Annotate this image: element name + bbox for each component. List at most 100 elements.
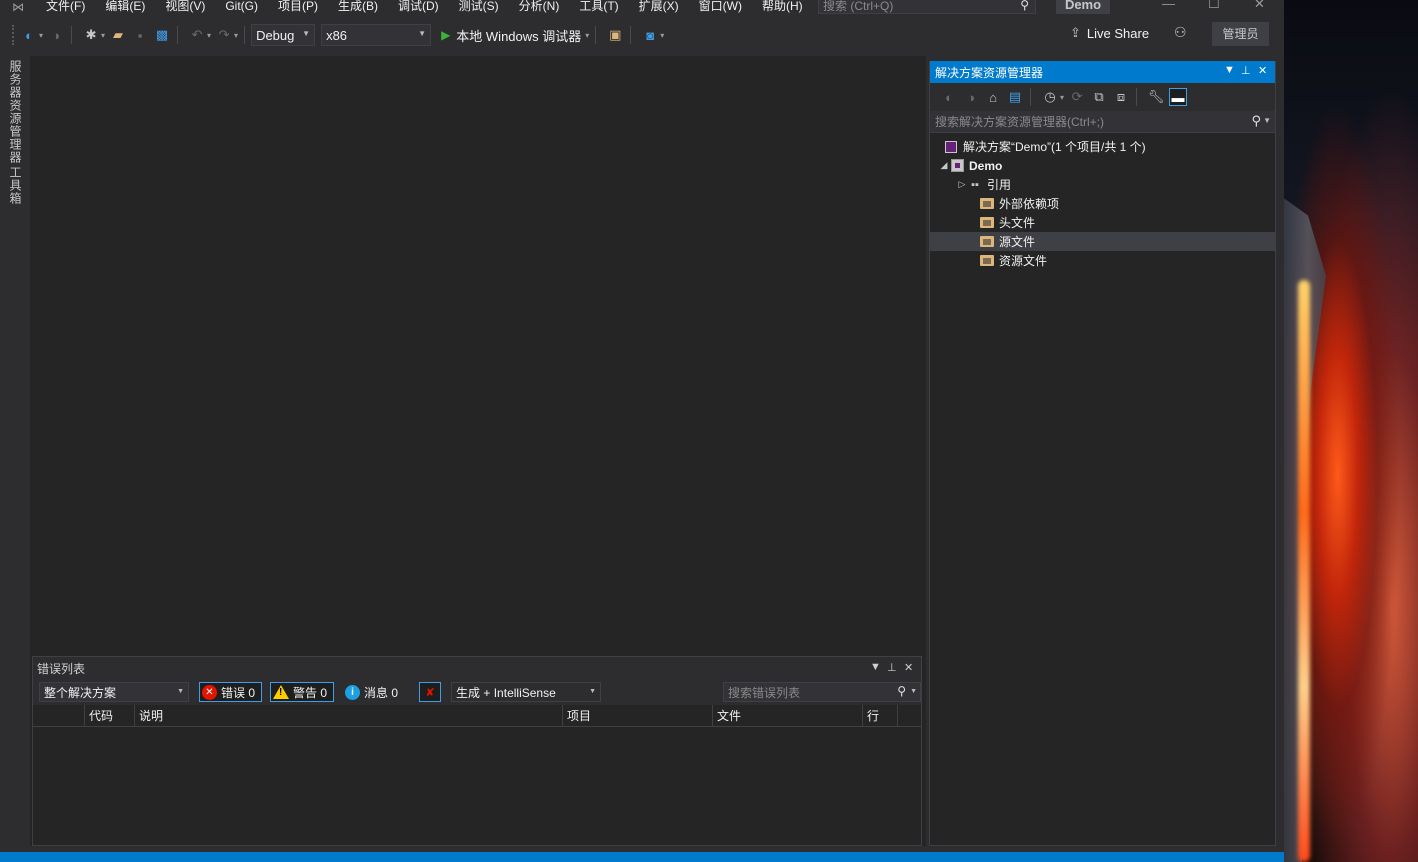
solution-configuration-select[interactable]: Debug ▼ [251, 24, 316, 46]
pin-icon[interactable]: ⊥ [887, 661, 897, 674]
menu-git[interactable]: Git(G) [215, 0, 268, 12]
wallpaper-lava [1298, 280, 1310, 862]
menu-file[interactable]: 文件(F) [36, 0, 95, 12]
chevron-down-icon[interactable]: ▾ [585, 31, 589, 40]
errors-filter-button[interactable]: ✕ 错误 0 [199, 682, 263, 702]
column-file[interactable]: 文件 [713, 705, 863, 727]
back-icon[interactable]: ◐ [940, 88, 958, 106]
save-all-icon[interactable]: ▩ [153, 26, 171, 44]
chevron-down-icon: ▼ [302, 29, 311, 38]
collapse-all-icon[interactable]: ⧉ [1090, 88, 1108, 106]
preview-selected-items-icon[interactable]: ▬ [1169, 88, 1188, 106]
solution-name-badge: Demo [1056, 0, 1110, 14]
tree-item-source-files[interactable]: 源文件 [930, 232, 1275, 251]
menu-view[interactable]: 视图(V) [155, 0, 215, 12]
chevron-down-icon[interactable]: ▾ [1060, 93, 1064, 102]
collapsed-triangle-icon[interactable]: ▷ [956, 179, 968, 190]
column-description[interactable]: 说明 [135, 705, 563, 727]
menu-help[interactable]: 帮助(H) [752, 0, 813, 12]
column-line[interactable]: 行 [863, 705, 898, 727]
solution-icon [944, 140, 958, 154]
toolbar-separator [595, 26, 597, 44]
chevron-down-icon[interactable]: ▾ [207, 31, 211, 40]
tab-toolbox[interactable]: 工具箱 [7, 166, 24, 205]
redo-icon[interactable]: ↷ [215, 26, 233, 44]
menu-search-input[interactable]: 搜索 (Ctrl+Q) ⚲ [818, 0, 1036, 14]
toolbar-separator [1030, 88, 1031, 106]
messages-filter-button[interactable]: i 消息 0 [342, 682, 405, 702]
admin-badge[interactable]: 管理员 [1212, 22, 1269, 46]
menu-tools[interactable]: 工具(T) [569, 0, 628, 12]
home-icon[interactable]: ⌂ [984, 88, 1002, 106]
tab-server-explorer[interactable]: 服务器资源管理器 [7, 60, 24, 164]
visual-studio-logo-icon[interactable]: ⋈ [0, 0, 36, 14]
error-scope-select[interactable]: 整个解决方案 ▼ [39, 682, 189, 702]
toolbar-separator [630, 26, 632, 44]
references-icon: ▪▪ [971, 178, 979, 191]
menu-extensions[interactable]: 扩展(X) [629, 0, 689, 12]
chevron-down-icon[interactable]: ▾ [39, 31, 43, 40]
show-all-files-icon[interactable]: ⧈ [1112, 88, 1130, 106]
start-debugging-button[interactable]: ▶ 本地 Windows 调试器 ▾ [441, 26, 589, 45]
messages-count: 消息 0 [364, 685, 399, 700]
menu-project[interactable]: 项目(P) [268, 0, 328, 12]
solution-explorer-search-input[interactable]: 搜索解决方案资源管理器(Ctrl+;) ⚲ ▼ [930, 111, 1275, 133]
navigate-forward-icon[interactable]: ◑ [47, 26, 65, 44]
sync-icon[interactable]: ⟳ [1068, 88, 1086, 106]
tree-item-header-files[interactable]: 头文件 [930, 213, 1275, 232]
menu-analyze[interactable]: 分析(N) [509, 0, 570, 12]
error-list-search-input[interactable]: 搜索错误列表 ⚲ ▼ [723, 682, 921, 702]
window-position-dropdown-icon[interactable]: ▼ [1224, 64, 1235, 76]
close-window-icon[interactable]: ✕ [1254, 0, 1265, 12]
tree-item-project-demo[interactable]: ◢ Demo [930, 156, 1275, 175]
feedback-icon[interactable]: ⚇ [1174, 24, 1187, 41]
menu-edit[interactable]: 编辑(E) [95, 0, 155, 12]
menu-window[interactable]: 窗口(W) [689, 0, 752, 12]
undo-icon[interactable]: ↶ [188, 26, 206, 44]
error-search-placeholder: 搜索错误列表 [728, 685, 801, 700]
menu-test[interactable]: 测试(S) [449, 0, 509, 12]
column-project[interactable]: 项目 [563, 705, 713, 727]
maximize-icon[interactable]: ☐ [1208, 0, 1220, 12]
filter-folder-icon [980, 216, 994, 230]
chevron-down-icon: ▼ [418, 29, 427, 38]
screenshot-icon[interactable]: ◙ [641, 26, 659, 44]
chevron-down-icon[interactable]: ▾ [234, 31, 238, 40]
tree-item-external-dependencies[interactable]: 外部依赖项 [930, 194, 1275, 213]
tree-item-references[interactable]: ▷ ▪▪ 引用 [930, 175, 1275, 194]
navigate-back-icon[interactable]: ◐ [20, 26, 38, 44]
build-intellisense-select[interactable]: 生成 + IntelliSense ▼ [451, 682, 602, 702]
new-project-icon[interactable]: ✱ [82, 26, 100, 44]
toolbar-grip[interactable] [12, 25, 16, 45]
solution-platform-select[interactable]: x86 ▼ [321, 24, 432, 46]
pin-icon[interactable]: ⊥ [1241, 64, 1251, 77]
forward-icon[interactable]: ◑ [962, 88, 980, 106]
browse-folder-icon[interactable]: ▣ [606, 26, 624, 44]
warnings-count: 警告 0 [293, 685, 328, 700]
switch-views-icon[interactable]: ▤ [1006, 88, 1024, 106]
filter-folder-icon [980, 254, 994, 268]
warnings-filter-button[interactable]: ! 警告 0 [270, 682, 335, 702]
properties-wrench-icon[interactable]: 🔧︎ [1147, 88, 1165, 106]
expanded-triangle-icon[interactable]: ◢ [938, 160, 950, 171]
external-deps-icon [980, 197, 994, 211]
tree-item-label: 资源文件 [999, 254, 1048, 268]
column-code[interactable]: 代码 [85, 705, 135, 727]
chevron-down-icon[interactable]: ▾ [660, 31, 664, 40]
filter-current-document-icon[interactable]: ✘ [419, 682, 442, 702]
column-severity[interactable] [33, 705, 85, 727]
left-tool-rail: 服务器资源管理器 工具箱 [0, 56, 26, 846]
window-position-dropdown-icon[interactable]: ▼ [870, 661, 881, 673]
close-icon[interactable]: ✕ [1258, 64, 1267, 77]
tree-item-solution[interactable]: 解决方案“Demo”(1 个项目/共 1 个) [930, 137, 1275, 156]
menu-debug[interactable]: 调试(D) [388, 0, 449, 12]
minimize-icon[interactable]: — [1162, 0, 1175, 11]
save-icon[interactable]: ▪ [131, 26, 149, 44]
open-file-icon[interactable]: ▰ [109, 26, 127, 44]
menu-build[interactable]: 生成(B) [328, 0, 388, 12]
tree-item-resource-files[interactable]: 资源文件 [930, 251, 1275, 270]
close-icon[interactable]: ✕ [904, 661, 913, 674]
live-share-button[interactable]: ⇪ Live Share [1070, 25, 1149, 41]
pending-changes-filter-icon[interactable]: ◷ [1041, 88, 1059, 106]
chevron-down-icon[interactable]: ▾ [101, 31, 105, 40]
